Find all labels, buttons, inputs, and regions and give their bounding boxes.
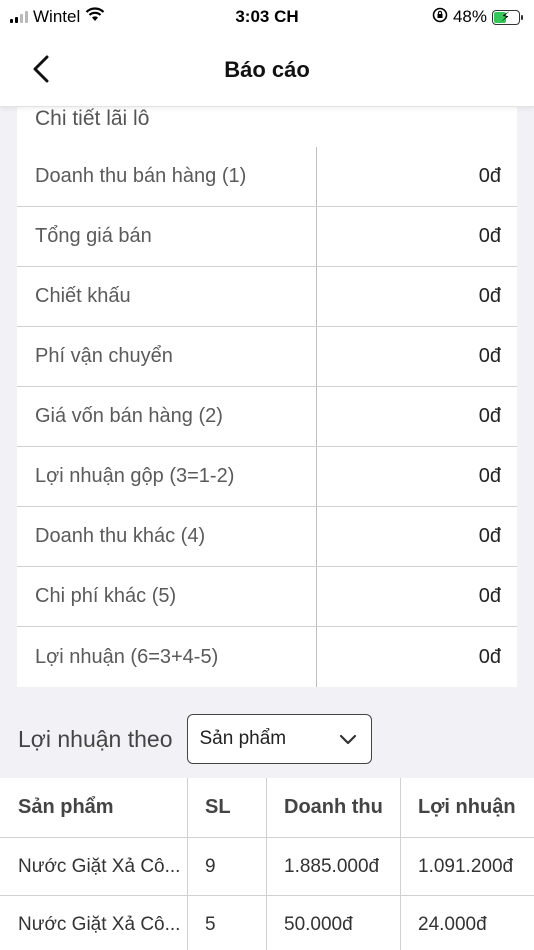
revenue-cell: 1.885.000đ	[267, 838, 401, 895]
detail-row-label: Giá vốn bán hàng (2)	[17, 387, 317, 446]
product-name-cell: Nước Giặt Xả Cô...	[0, 896, 188, 950]
detail-row-label: Phí vận chuyển	[17, 327, 317, 386]
detail-row-label: Lợi nhuận (6=3+4-5)	[17, 627, 317, 687]
page-title: Báo cáo	[224, 57, 310, 82]
detail-row-label: Chi phí khác (5)	[17, 567, 317, 626]
column-header-profit: Lợi nhuận	[418, 796, 516, 818]
profit-by-row: Lợi nhuận theo Sản phẩm	[18, 714, 372, 764]
carrier-name: Wintel	[33, 7, 81, 26]
detail-row-label: Tổng giá bán	[17, 207, 317, 266]
back-button[interactable]	[26, 54, 56, 84]
battery-icon: ⚡	[492, 9, 523, 25]
section-title: Chi tiết lãi lô	[35, 107, 150, 130]
detail-row: Lợi nhuận gộp (3=1-2) 0đ	[17, 447, 517, 507]
product-profit-table: Sản phẩm SL Doanh thu Lợi nhuận Nước Giặ…	[0, 778, 534, 950]
select-value: Sản phẩm	[199, 728, 287, 749]
detail-row-value: 0đ	[478, 525, 501, 547]
chevron-left-icon	[33, 55, 49, 83]
detail-row: Lợi nhuận (6=3+4-5) 0đ	[17, 627, 517, 687]
clock: 3:03 CH	[235, 7, 299, 26]
profit-cell: 24.000đ	[418, 914, 487, 935]
detail-row: Phí vận chuyển 0đ	[17, 327, 517, 387]
detail-row-label: Lợi nhuận gộp (3=1-2)	[17, 447, 317, 506]
column-header-revenue: Doanh thu	[267, 778, 401, 837]
column-header-quantity: SL	[188, 778, 267, 837]
orientation-lock-icon	[432, 7, 448, 28]
detail-row-value: 0đ	[478, 345, 501, 367]
detail-row-value: 0đ	[478, 225, 501, 247]
detail-row: Chiết khấu 0đ	[17, 267, 517, 327]
table-row[interactable]: Nước Giặt Xả Cô... 5 50.000đ 24.000đ	[0, 896, 534, 950]
detail-row-value: 0đ	[478, 585, 501, 607]
status-bar: Wintel 3:03 CH 48% ⚡	[0, 0, 534, 34]
detail-row-value: 0đ	[478, 165, 501, 187]
detail-row-value: 0đ	[478, 645, 501, 668]
wifi-icon	[85, 7, 105, 27]
detail-row-value: 0đ	[478, 465, 501, 487]
detail-row-value: 0đ	[478, 285, 501, 307]
detail-row-value: 0đ	[478, 405, 501, 427]
battery-percent: 48%	[452, 7, 487, 26]
quantity-cell: 9	[188, 838, 267, 895]
signal-icon	[10, 11, 28, 23]
profit-detail-card: Chi tiết lãi lô Doanh thu bán hàng (1) 0đ…	[17, 107, 517, 687]
nav-bar: Báo cáo	[0, 34, 534, 107]
detail-row: Tổng giá bán 0đ	[17, 207, 517, 267]
detail-row: Giá vốn bán hàng (2) 0đ	[17, 387, 517, 447]
detail-row: Doanh thu bán hàng (1) 0đ	[17, 147, 517, 207]
profit-by-select[interactable]: Sản phẩm	[186, 714, 372, 764]
detail-row-label: Doanh thu khác (4)	[17, 507, 317, 566]
chevron-down-icon	[339, 734, 356, 745]
revenue-cell: 50.000đ	[267, 896, 401, 950]
product-name-cell: Nước Giặt Xả Cô...	[0, 838, 188, 895]
detail-row-label: Chiết khấu	[17, 267, 317, 326]
table-row[interactable]: Nước Giặt Xả Cô... 9 1.885.000đ 1.091.200đ	[0, 838, 534, 896]
profit-cell: 1.091.200đ	[418, 855, 514, 877]
detail-row: Chi phí khác (5) 0đ	[17, 567, 517, 627]
table-header-row: Sản phẩm SL Doanh thu Lợi nhuận	[0, 778, 534, 838]
quantity-cell: 5	[188, 896, 267, 950]
profit-by-label: Lợi nhuận theo	[18, 725, 173, 752]
column-header-product: Sản phẩm	[0, 778, 188, 837]
detail-row-label: Doanh thu bán hàng (1)	[17, 147, 317, 206]
detail-row: Doanh thu khác (4) 0đ	[17, 507, 517, 567]
